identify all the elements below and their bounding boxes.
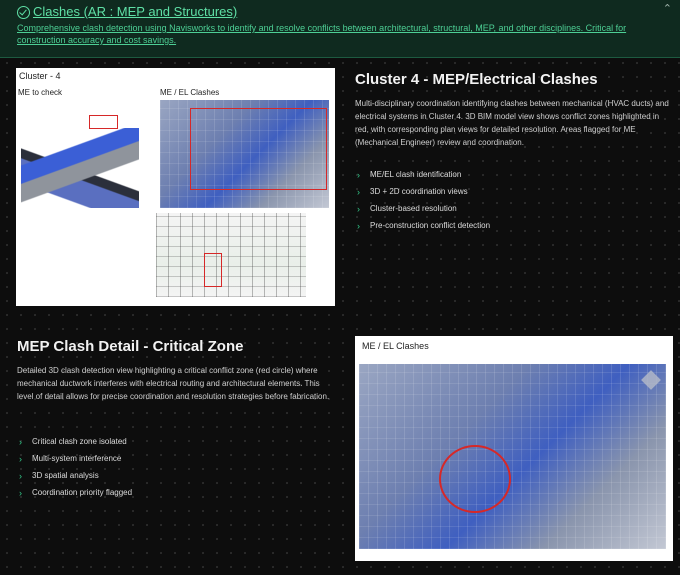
chevron-right-icon: › (357, 204, 360, 214)
list-item: › 3D + 2D coordination views (357, 187, 468, 197)
cluster-4-image: Cluster - 4 ME to check ME / EL Clashes (16, 68, 335, 306)
image-title: Cluster - 4 (19, 71, 61, 81)
chevron-right-icon: › (19, 437, 22, 447)
critical-clash-circle (439, 445, 511, 513)
chevron-right-icon: › (357, 221, 360, 231)
chevron-right-icon: › (19, 488, 22, 498)
image-caption: ME / EL Clashes (362, 341, 429, 351)
clash-detail-3d-view (359, 364, 666, 549)
section-description: Comprehensive clash detection using Navi… (17, 23, 627, 45)
chevron-up-icon[interactable]: ⌃ (663, 2, 672, 15)
section-title-link[interactable]: Clashes (AR : MEP and Structures) (33, 4, 237, 19)
check-circle-icon (17, 6, 30, 19)
chevron-right-icon: › (357, 170, 360, 180)
section1-bullets: › ME/EL clash identification › 3D + 2D coo… (355, 169, 490, 237)
list-item: › Critical clash zone isolated (19, 437, 127, 447)
list-item: › Cluster-based resolution (357, 204, 457, 214)
chevron-right-icon: › (357, 187, 360, 197)
clash-marker (89, 115, 118, 129)
section2-bullets: › Critical clash zone isolated › Multi-sys… (17, 436, 132, 504)
list-item: › Pre-construction conflict detection (357, 221, 491, 231)
right-image-caption: ME / EL Clashes (160, 88, 220, 97)
plan-clash-marker (204, 253, 222, 287)
chevron-right-icon: › (19, 471, 22, 481)
list-item: › 3D spatial analysis (19, 471, 99, 481)
section-header[interactable]: Clashes (AR : MEP and Structures) Compre… (0, 0, 680, 58)
list-item: › ME/EL clash identification (357, 170, 462, 180)
section2-title: MEP Clash Detail - Critical Zone (17, 338, 244, 355)
plan-view-image (156, 213, 306, 297)
section1-body: Multi-disciplinary coordination identify… (355, 99, 669, 147)
section1-title: Cluster 4 - MEP/Electrical Clashes (355, 71, 598, 88)
mep-clash-detail-image: ME / EL Clashes (355, 336, 673, 561)
list-item: › Multi-system interference (19, 454, 122, 464)
model-overview-image (21, 128, 139, 208)
chevron-right-icon: › (19, 454, 22, 464)
left-image-caption: ME to check (18, 88, 63, 97)
list-item: › Coordination priority flagged (19, 488, 133, 498)
section2-body: Detailed 3D clash detection view highlig… (17, 366, 330, 401)
clash-zone-box (190, 108, 327, 190)
